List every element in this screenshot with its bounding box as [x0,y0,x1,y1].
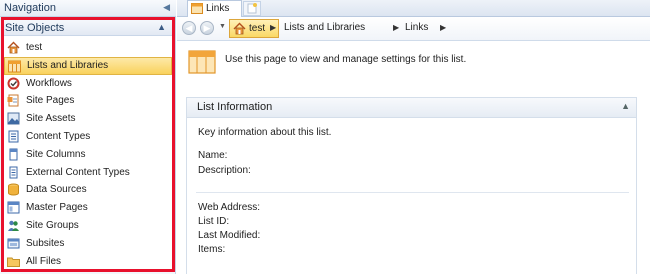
navigation-title: Navigation [4,2,56,14]
tab-label: Links [206,3,230,14]
arrow-left-icon: ◀ [185,23,193,33]
list-id-label: List ID: [198,216,230,227]
breadcrumb-separator-icon[interactable]: ▶ [270,23,276,32]
divider [196,192,629,193]
nav-item-label: Master Pages [26,202,88,214]
subsites-icon [7,238,20,249]
forward-button[interactable]: ▶ [200,21,214,35]
home-icon [7,41,20,54]
nav-item-label: test [26,42,43,53]
nav-item-label: All Files [26,255,62,267]
site-objects-list: test Lists and Libraries Workflows Site … [4,39,172,270]
panel-subtitle: Key information about this list. [198,127,332,138]
page-description: Use this page to view and manage setting… [225,54,467,65]
breadcrumb-lists-and-libraries[interactable]: Lists and Libraries [284,22,365,33]
site-objects-title: Site Objects [5,22,65,34]
list-icon [8,60,21,73]
nav-item-label: Lists and Libraries [27,59,109,71]
items-label: Items: [198,244,226,255]
list-icon [188,50,216,74]
nav-item-site-pages[interactable]: Site Pages [4,92,172,110]
nav-item-label: Site Columns [26,148,86,160]
nav-item-label: Data Sources [26,184,87,196]
nav-item-label: Site Assets [26,113,76,125]
nav-item-subsites[interactable]: Subsites [4,235,172,253]
list-information-panel: List Information ▲ Key information about… [186,97,637,274]
nav-item-label: Workflows [26,77,72,89]
collapse-left-icon[interactable]: ◀ [163,2,170,13]
chevron-up-icon[interactable]: ▲ [157,22,166,32]
breadcrumb-links[interactable]: Links [405,22,428,33]
home-icon [233,22,246,35]
breadcrumb: ◀ ▶ ▼ test ▶ Lists and Libraries ▶ Links… [177,17,650,41]
nav-item-lists-and-libraries[interactable]: Lists and Libraries [4,56,172,75]
workflow-icon [7,77,20,90]
name-label: Name: [198,150,228,161]
data-sources-icon [8,183,19,196]
nav-item-site-columns[interactable]: Site Columns [4,146,172,164]
breadcrumb-separator-icon[interactable]: ▶ [393,23,399,32]
nav-item-workflows[interactable]: Workflows [4,75,172,93]
new-tab-button[interactable] [243,1,261,16]
navigation-pane: Navigation ◀ Site Objects ▲ test Lists a… [0,0,176,274]
folder-icon [7,257,20,267]
site-assets-icon [7,112,20,125]
site-objects-panel: Site Objects ▲ test Lists and Libraries … [1,17,175,272]
navigation-header[interactable]: Navigation ◀ [0,0,176,17]
nav-item-label: Site Groups [26,219,79,231]
site-groups-icon [8,220,19,231]
site-pages-icon [7,94,19,107]
nav-item-all-files[interactable]: All Files [4,253,172,271]
external-content-types-icon [9,166,18,179]
tab-links[interactable]: Links [187,0,242,17]
chevron-up-icon[interactable]: ▲ [621,101,630,111]
nav-item-test[interactable]: test [4,39,172,57]
nav-item-content-types[interactable]: Content Types [4,128,172,146]
nav-item-site-groups[interactable]: Site Groups [4,217,172,235]
nav-item-master-pages[interactable]: Master Pages [4,199,172,217]
new-tab-icon [247,3,257,14]
back-button[interactable]: ◀ [182,21,196,35]
nav-item-label: External Content Types [26,166,130,178]
master-pages-icon [7,201,20,214]
site-objects-header[interactable]: Site Objects ▲ [4,20,172,36]
arrow-right-icon: ▶ [203,23,211,33]
nav-item-external-content-types[interactable]: External Content Types [4,164,172,182]
list-icon [191,3,203,14]
panel-title: List Information [197,101,273,113]
document-tab-strip: Links [177,0,650,17]
nav-item-label: Subsites [26,237,65,249]
breadcrumb-home-label: test [249,23,266,34]
last-modified-label: Last Modified: [198,230,261,241]
content-types-icon [8,130,19,143]
chevron-down-icon[interactable]: ▼ [219,23,226,30]
description-label: Description: [198,165,251,176]
site-columns-icon [9,148,18,161]
breadcrumb-separator-icon[interactable]: ▶ [440,23,446,32]
nav-item-label: Site Pages [26,95,75,107]
list-information-header[interactable]: List Information ▲ [187,98,636,118]
nav-item-label: Content Types [26,130,91,142]
nav-item-site-assets[interactable]: Site Assets [4,110,172,128]
list-settings-page: Use this page to view and manage setting… [177,41,650,274]
nav-item-data-sources[interactable]: Data Sources [4,181,172,199]
web-address-label: Web Address: [198,202,261,213]
